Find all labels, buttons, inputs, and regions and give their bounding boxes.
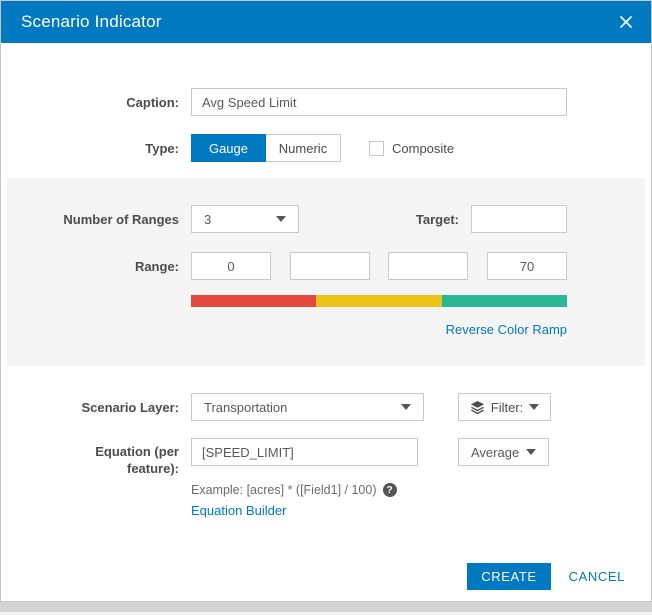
range-input-4[interactable]	[487, 252, 567, 280]
equation-builder-link[interactable]: Equation Builder	[191, 503, 286, 518]
scenario-layer-value: Transportation	[204, 400, 287, 415]
filter-label: Filter:	[491, 400, 524, 415]
close-icon[interactable]	[617, 13, 635, 31]
equation-example: Example: [acres] * ([Field1] / 100) ?	[191, 483, 651, 497]
dialog-header: Scenario Indicator	[1, 1, 651, 43]
scenario-layer-row: Scenario Layer: Transportation Filter:	[1, 393, 651, 421]
range-input-1[interactable]	[191, 252, 271, 280]
color-ramp	[191, 295, 567, 307]
help-icon[interactable]: ?	[383, 483, 397, 497]
scenario-layer-dropdown[interactable]: Transportation	[191, 393, 424, 421]
range-input-2[interactable]	[290, 252, 370, 280]
create-button[interactable]: CREATE	[467, 563, 550, 590]
type-row: Type: Gauge Numeric Composite	[1, 134, 651, 162]
target-label: Target:	[416, 211, 459, 228]
caption-row: Caption:	[1, 88, 651, 116]
reverse-color-ramp-link[interactable]: Reverse Color Ramp	[446, 322, 567, 337]
equation-row: Equation (per feature): Average	[1, 438, 651, 477]
scenario-indicator-dialog: Scenario Indicator Caption: Type: Gauge …	[0, 0, 652, 602]
number-of-ranges-label: Number of Ranges	[19, 211, 179, 228]
composite-label: Composite	[392, 141, 454, 156]
range-input-3[interactable]	[388, 252, 468, 280]
layers-icon	[470, 400, 485, 415]
equation-label: Equation (per feature):	[19, 438, 179, 477]
dialog-title: Scenario Indicator	[21, 12, 617, 32]
range-row: Range:	[19, 252, 645, 280]
type-segmented-control: Gauge Numeric	[191, 134, 341, 162]
ranges-panel: Number of Ranges 3 Target: Range:	[7, 178, 645, 366]
chevron-down-icon	[401, 404, 411, 410]
range-label: Range:	[19, 258, 179, 275]
caption-label: Caption:	[19, 94, 179, 111]
dialog-footer: CREATE CANCEL	[467, 563, 625, 590]
filter-button[interactable]: Filter:	[458, 393, 551, 421]
composite-checkbox[interactable]	[369, 141, 384, 156]
chevron-down-icon	[526, 449, 536, 455]
ramp-segment-yellow	[316, 295, 441, 307]
type-numeric-button[interactable]: Numeric	[266, 134, 341, 162]
scenario-layer-label: Scenario Layer:	[19, 399, 179, 416]
equation-example-text: Example: [acres] * ([Field1] / 100)	[191, 483, 377, 497]
aggregation-dropdown[interactable]: Average	[458, 438, 549, 466]
chevron-down-icon	[276, 216, 286, 222]
chevron-down-icon	[529, 404, 539, 410]
cancel-button[interactable]: CANCEL	[569, 569, 625, 584]
caption-input[interactable]	[191, 88, 567, 116]
ramp-segment-red	[191, 295, 316, 307]
type-label: Type:	[19, 140, 179, 157]
number-of-ranges-value: 3	[204, 212, 211, 227]
composite-option: Composite	[369, 141, 454, 156]
aggregation-value: Average	[471, 445, 519, 460]
number-of-ranges-row: Number of Ranges 3 Target:	[19, 205, 645, 233]
ramp-segment-green	[442, 295, 567, 307]
page-background-strip	[0, 602, 652, 612]
type-gauge-button[interactable]: Gauge	[191, 134, 266, 162]
equation-input[interactable]	[191, 438, 418, 466]
target-input[interactable]	[471, 205, 567, 233]
number-of-ranges-dropdown[interactable]: 3	[191, 205, 299, 233]
